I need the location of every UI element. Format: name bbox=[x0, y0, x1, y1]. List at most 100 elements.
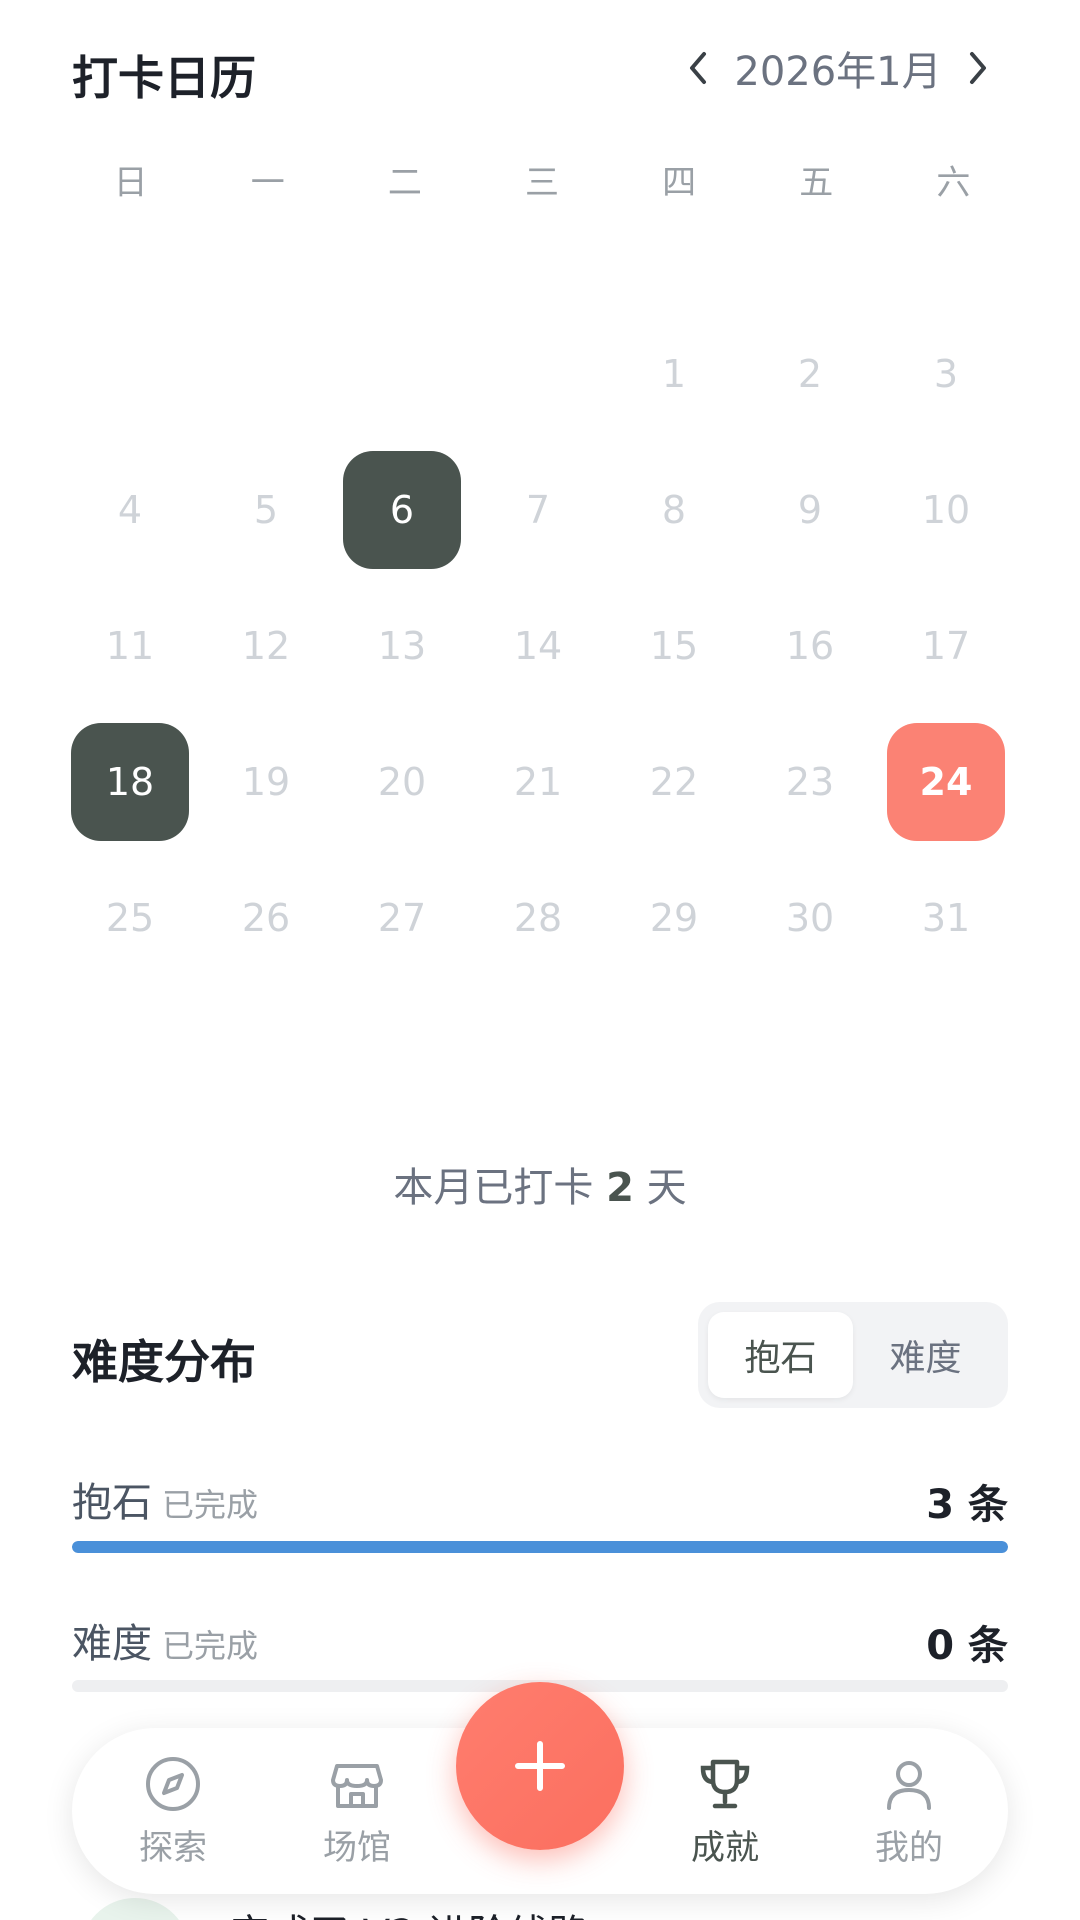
chevron-left-icon bbox=[690, 52, 706, 84]
calendar-day[interactable]: 11 bbox=[62, 578, 198, 714]
day-number: 12 bbox=[241, 624, 291, 668]
calendar-day[interactable]: 5 bbox=[198, 442, 334, 578]
summary-prefix: 本月已打卡 bbox=[393, 1165, 594, 1211]
chevron-right-icon bbox=[970, 52, 986, 84]
day-number: 16 bbox=[785, 624, 835, 668]
calendar-day[interactable]: 16 bbox=[742, 578, 878, 714]
day-number: 29 bbox=[649, 896, 699, 940]
calendar-empty-cell bbox=[62, 306, 198, 442]
day-number: 10 bbox=[921, 488, 971, 532]
calendar-day[interactable]: 19 bbox=[198, 714, 334, 850]
day-number: 23 bbox=[785, 760, 835, 804]
row-label: 抱石 bbox=[72, 1480, 152, 1526]
calendar-day[interactable]: 8 bbox=[606, 442, 742, 578]
day-number: 30 bbox=[785, 896, 835, 940]
distribution-header: 难度分布 抱石 难度 bbox=[72, 1302, 1008, 1408]
calendar-day[interactable]: 24 bbox=[878, 714, 1014, 850]
calendar-day[interactable]: 9 bbox=[742, 442, 878, 578]
month-label: 2026年1月 bbox=[734, 49, 942, 95]
day-number: 9 bbox=[797, 488, 823, 532]
row-label-wrap: 难度 已完成 bbox=[72, 1611, 258, 1669]
day-number: 11 bbox=[105, 624, 155, 668]
tab-me[interactable]: 我的 bbox=[834, 1728, 984, 1894]
activity-text: 完成了 V2 进阶线路 bbox=[230, 1902, 588, 1920]
distribution-row: 难度 已完成 0 条 bbox=[72, 1601, 1008, 1671]
summary-count: 2 bbox=[606, 1165, 634, 1211]
calendar-day[interactable]: 12 bbox=[198, 578, 334, 714]
tab-label: 我的 bbox=[875, 1827, 943, 1868]
prev-month-button[interactable] bbox=[668, 38, 728, 98]
distribution-row: 抱石 已完成 3 条 bbox=[72, 1460, 1008, 1530]
calendar-day[interactable]: 15 bbox=[606, 578, 742, 714]
day-number: 27 bbox=[377, 896, 427, 940]
calendar-day[interactable]: 31 bbox=[878, 850, 1014, 986]
calendar-day[interactable]: 10 bbox=[878, 442, 1014, 578]
distribution-title: 难度分布 bbox=[72, 1335, 256, 1389]
summary-suffix: 天 bbox=[646, 1165, 687, 1211]
calendar-day[interactable]: 20 bbox=[334, 714, 470, 850]
day-number: 8 bbox=[661, 488, 687, 532]
trophy-icon bbox=[700, 1759, 750, 1808]
weekday-row: 日 一 二 三 四 五 六 bbox=[62, 155, 1022, 204]
calendar-day[interactable]: 13 bbox=[334, 578, 470, 714]
weekday-label: 一 bbox=[250, 163, 285, 203]
checked-in-date: 6 bbox=[343, 451, 461, 569]
calendar-grid: 1 2 3 4 5 6 7 8 9 10 11 12 13 14 15 16 17 18 19 20 21 22 23 24 2… bbox=[62, 306, 1014, 986]
tab-label: 成就 bbox=[691, 1827, 759, 1868]
calendar-day[interactable]: 14 bbox=[470, 578, 606, 714]
calendar-day[interactable]: 21 bbox=[470, 714, 606, 850]
calendar-day[interactable]: 29 bbox=[606, 850, 742, 986]
toggle-bouldering[interactable]: 抱石 bbox=[708, 1312, 853, 1398]
calendar-day[interactable]: 30 bbox=[742, 850, 878, 986]
calendar-day[interactable]: 7 bbox=[470, 442, 606, 578]
day-number: 5 bbox=[253, 488, 279, 532]
day-number: 13 bbox=[377, 624, 427, 668]
weekday-label: 三 bbox=[524, 163, 559, 203]
day-number: 25 bbox=[105, 896, 155, 940]
calendar-day[interactable]: 23 bbox=[742, 714, 878, 850]
weekday-label: 六 bbox=[936, 163, 971, 203]
row-value: 3 条 bbox=[926, 1482, 1008, 1528]
calendar-day[interactable]: 27 bbox=[334, 850, 470, 986]
day-number: 19 bbox=[241, 760, 291, 804]
checkin-summary: 本月已打卡 2 天 bbox=[0, 1155, 1080, 1213]
calendar-day[interactable]: 26 bbox=[198, 850, 334, 986]
calendar-day[interactable]: 22 bbox=[606, 714, 742, 850]
progress-fill bbox=[72, 1541, 1008, 1553]
compass-icon bbox=[146, 1756, 200, 1811]
calendar-day[interactable]: 17 bbox=[878, 578, 1014, 714]
toggle-difficulty[interactable]: 难度 bbox=[853, 1312, 998, 1398]
activity-avatar bbox=[80, 1898, 190, 1920]
type-toggle: 抱石 难度 bbox=[698, 1302, 1008, 1408]
calendar-empty-cell bbox=[198, 306, 334, 442]
add-checkin-button[interactable] bbox=[456, 1682, 624, 1850]
month-navigator: 2026年1月 bbox=[668, 36, 1008, 100]
tab-achievements[interactable]: 成就 bbox=[650, 1728, 800, 1894]
calendar-day[interactable]: 6 bbox=[334, 442, 470, 578]
plus-icon bbox=[515, 1741, 565, 1791]
day-number: 7 bbox=[525, 488, 551, 532]
day-number: 26 bbox=[241, 896, 291, 940]
next-month-button[interactable] bbox=[948, 38, 1008, 98]
tab-label: 探索 bbox=[139, 1827, 207, 1868]
row-label-wrap: 抱石 已完成 bbox=[72, 1470, 258, 1528]
calendar-day[interactable]: 2 bbox=[742, 306, 878, 442]
day-number: 2 bbox=[797, 352, 823, 396]
weekday-label: 四 bbox=[662, 163, 697, 203]
row-value: 0 条 bbox=[926, 1623, 1008, 1669]
calendar-empty-cell bbox=[334, 306, 470, 442]
day-number: 31 bbox=[921, 896, 971, 940]
calendar-day[interactable]: 18 bbox=[62, 714, 198, 850]
tab-venues[interactable]: 场馆 bbox=[282, 1728, 432, 1894]
calendar-day[interactable]: 28 bbox=[470, 850, 606, 986]
calendar-day[interactable]: 1 bbox=[606, 306, 742, 442]
weekday-label: 二 bbox=[387, 163, 422, 203]
weekday-label: 五 bbox=[799, 163, 834, 203]
row-sublabel: 已完成 bbox=[162, 1627, 259, 1665]
calendar-day[interactable]: 25 bbox=[62, 850, 198, 986]
tab-explore[interactable]: 探索 bbox=[98, 1728, 248, 1894]
calendar-day[interactable]: 4 bbox=[62, 442, 198, 578]
weekday-label: 日 bbox=[113, 163, 148, 203]
calendar-day[interactable]: 3 bbox=[878, 306, 1014, 442]
store-icon bbox=[331, 1763, 383, 1808]
